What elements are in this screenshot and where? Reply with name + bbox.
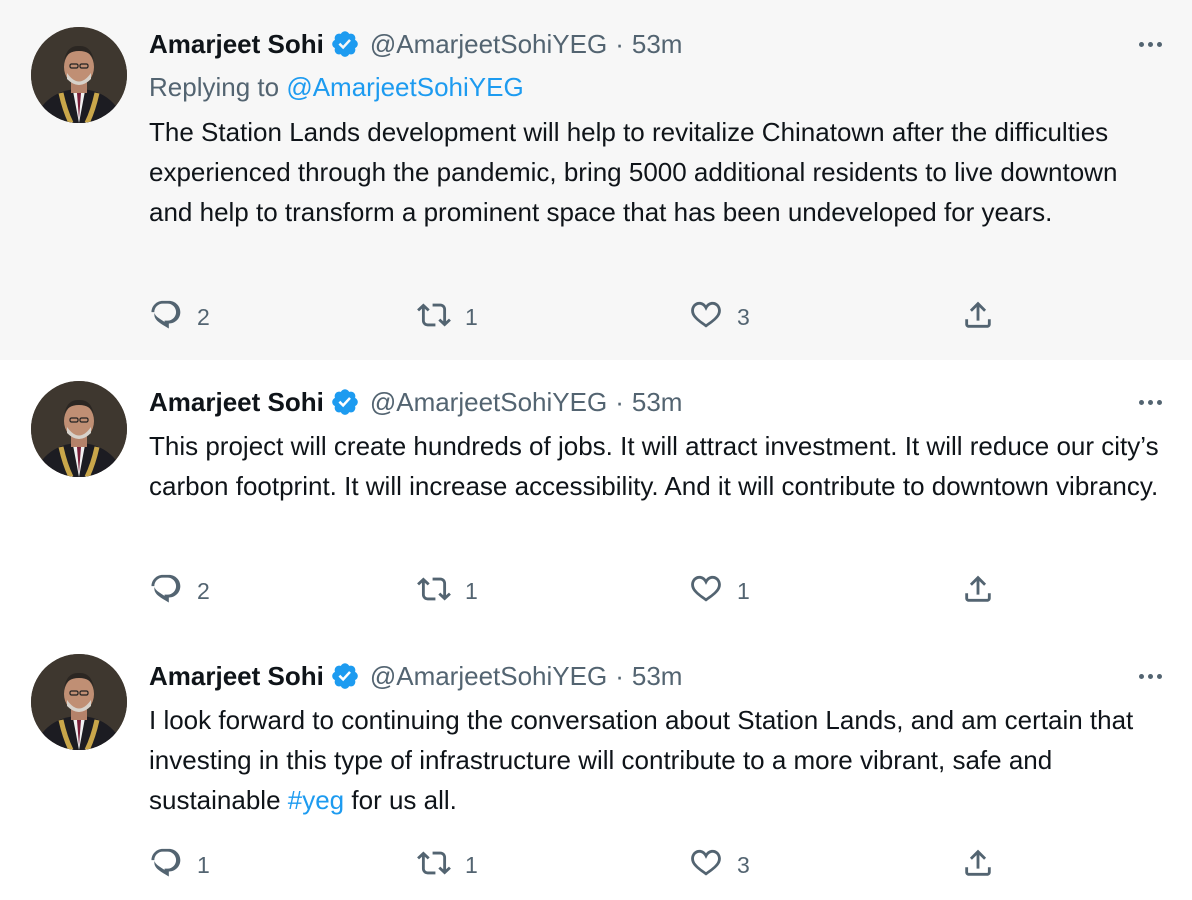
avatar[interactable]	[31, 381, 127, 477]
retweet-button[interactable]: 1	[417, 847, 478, 883]
author-handle[interactable]: @AmarjeetSohiYEG	[370, 29, 607, 60]
author-handle[interactable]: @AmarjeetSohiYEG	[370, 387, 607, 418]
author-name[interactable]: Amarjeet Sohi	[149, 387, 324, 418]
retweet-icon	[417, 298, 451, 337]
retweet-count: 1	[465, 303, 478, 330]
heart-icon	[689, 572, 723, 611]
tweet-3[interactable]: Amarjeet Sohi @AmarjeetSohiYEG · 53m I l…	[0, 634, 1192, 900]
separator-dot: ·	[615, 28, 624, 59]
like-button[interactable]: 1	[689, 573, 750, 609]
more-options-icon[interactable]	[1132, 29, 1168, 59]
hashtag-link[interactable]: #yeg	[288, 785, 344, 815]
timestamp[interactable]: 53m	[632, 387, 683, 418]
like-button[interactable]: 3	[689, 299, 750, 335]
timestamp[interactable]: 53m	[632, 29, 683, 60]
tweet-text: This project will create hundreds of job…	[149, 431, 1159, 501]
heart-icon	[689, 298, 723, 337]
tweet-2[interactable]: Amarjeet Sohi @AmarjeetSohiYEG · 53m Thi…	[0, 360, 1192, 634]
separator-dot: ·	[615, 386, 624, 417]
more-options-icon[interactable]	[1132, 387, 1168, 417]
avatar[interactable]	[31, 654, 127, 750]
reply-button[interactable]: 2	[149, 299, 210, 335]
tweet-text-end: for us all.	[344, 785, 457, 815]
share-button[interactable]	[961, 573, 995, 609]
reply-icon	[149, 846, 183, 885]
share-button[interactable]	[961, 847, 995, 883]
tweet-text: I look forward to continuing the convers…	[149, 700, 1159, 820]
tweet-actions: 2 1 1	[149, 573, 1029, 609]
author-name[interactable]: Amarjeet Sohi	[149, 661, 324, 692]
retweet-button[interactable]: 1	[417, 299, 478, 335]
verified-badge-icon	[330, 387, 360, 417]
retweet-count: 1	[465, 851, 478, 878]
tweet-1[interactable]: Amarjeet Sohi @AmarjeetSohiYEG · 53m Rep…	[0, 0, 1192, 360]
tweet-header: Amarjeet Sohi @AmarjeetSohiYEG · 53m	[149, 658, 682, 694]
tweet-header: Amarjeet Sohi @AmarjeetSohiYEG · 53m	[149, 26, 682, 62]
verified-badge-icon	[330, 29, 360, 59]
retweet-button[interactable]: 1	[417, 573, 478, 609]
tweet-header: Amarjeet Sohi @AmarjeetSohiYEG · 53m	[149, 384, 682, 420]
share-icon	[961, 298, 995, 337]
reply-count: 2	[197, 303, 210, 330]
like-count: 3	[737, 303, 750, 330]
share-icon	[961, 572, 995, 611]
retweet-icon	[417, 846, 451, 885]
tweet-text: The Station Lands development will help …	[149, 117, 1118, 227]
reply-button[interactable]: 2	[149, 573, 210, 609]
share-icon	[961, 846, 995, 885]
share-button[interactable]	[961, 299, 995, 335]
reply-icon	[149, 572, 183, 611]
like-count: 3	[737, 851, 750, 878]
separator-dot: ·	[615, 660, 624, 691]
more-options-icon[interactable]	[1132, 661, 1168, 691]
replying-to-handle-link[interactable]: @AmarjeetSohiYEG	[286, 72, 523, 102]
verified-badge-icon	[330, 661, 360, 691]
reply-button[interactable]: 1	[149, 847, 210, 883]
reply-icon	[149, 298, 183, 337]
author-name[interactable]: Amarjeet Sohi	[149, 29, 324, 60]
timestamp[interactable]: 53m	[632, 661, 683, 692]
tweet-actions: 2 1 3	[149, 299, 1029, 335]
reply-count: 1	[197, 851, 210, 878]
heart-icon	[689, 846, 723, 885]
replying-to: Replying to @AmarjeetSohiYEG	[149, 72, 524, 103]
like-count: 1	[737, 577, 750, 604]
like-button[interactable]: 3	[689, 847, 750, 883]
avatar[interactable]	[31, 27, 127, 123]
retweet-count: 1	[465, 577, 478, 604]
author-handle[interactable]: @AmarjeetSohiYEG	[370, 661, 607, 692]
replying-to-label: Replying to	[149, 72, 280, 102]
retweet-icon	[417, 572, 451, 611]
reply-count: 2	[197, 577, 210, 604]
tweet-actions: 1 1 3	[149, 847, 1029, 883]
